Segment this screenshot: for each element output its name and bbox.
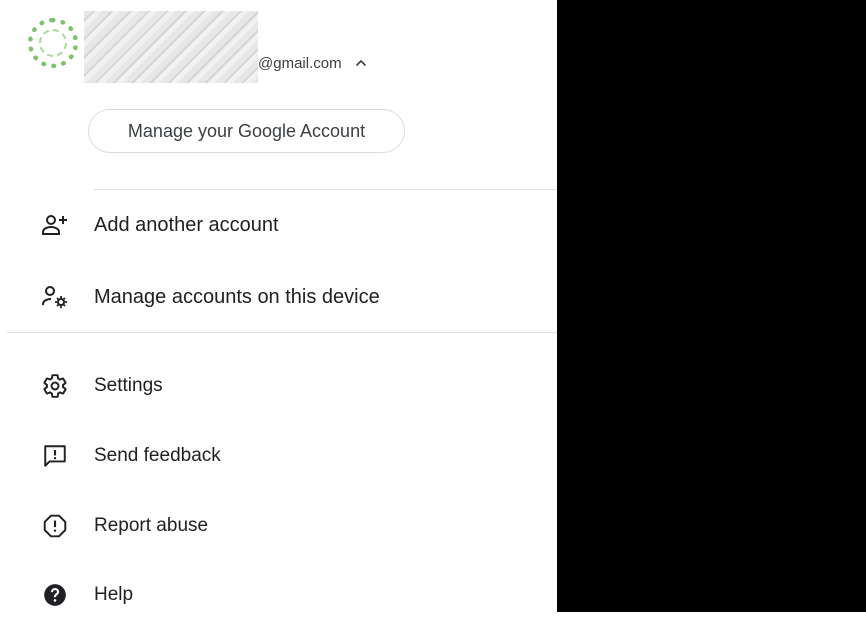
report-icon	[41, 512, 69, 540]
help-icon	[41, 581, 69, 609]
menu-item-add-account[interactable]: Add another account	[0, 200, 557, 250]
avatar[interactable]	[28, 18, 78, 68]
redacted-account-name	[84, 11, 258, 83]
account-email-toggle[interactable]: @gmail.com	[258, 53, 368, 73]
menu-item-label: Manage accounts on this device	[94, 285, 380, 308]
manage-google-account-button[interactable]: Manage your Google Account	[88, 109, 405, 153]
menu-item-label: Help	[94, 584, 134, 605]
chevron-up-icon	[354, 56, 368, 70]
menu-item-label: Settings	[94, 375, 163, 396]
manage-accounts-icon	[41, 283, 69, 311]
blank-black-region	[557, 0, 866, 612]
divider	[7, 332, 557, 333]
feedback-icon	[41, 442, 69, 470]
menu-item-label: Send feedback	[94, 445, 221, 466]
menu-item-report-abuse[interactable]: Report abuse	[0, 501, 557, 551]
gear-icon	[41, 372, 69, 400]
menu-item-settings[interactable]: Settings	[0, 361, 557, 411]
divider	[94, 189, 557, 190]
menu-item-help[interactable]: Help	[0, 570, 557, 620]
menu-item-label: Add another account	[94, 213, 279, 236]
menu-item-label: Report abuse	[94, 515, 209, 536]
menu-item-send-feedback[interactable]: Send feedback	[0, 431, 557, 481]
account-email: @gmail.com	[258, 54, 342, 72]
menu-item-manage-device-accounts[interactable]: Manage accounts on this device	[0, 272, 557, 322]
account-menu-panel: @gmail.com Manage your Google Account Ad…	[0, 0, 557, 612]
person-add-icon	[41, 211, 69, 239]
